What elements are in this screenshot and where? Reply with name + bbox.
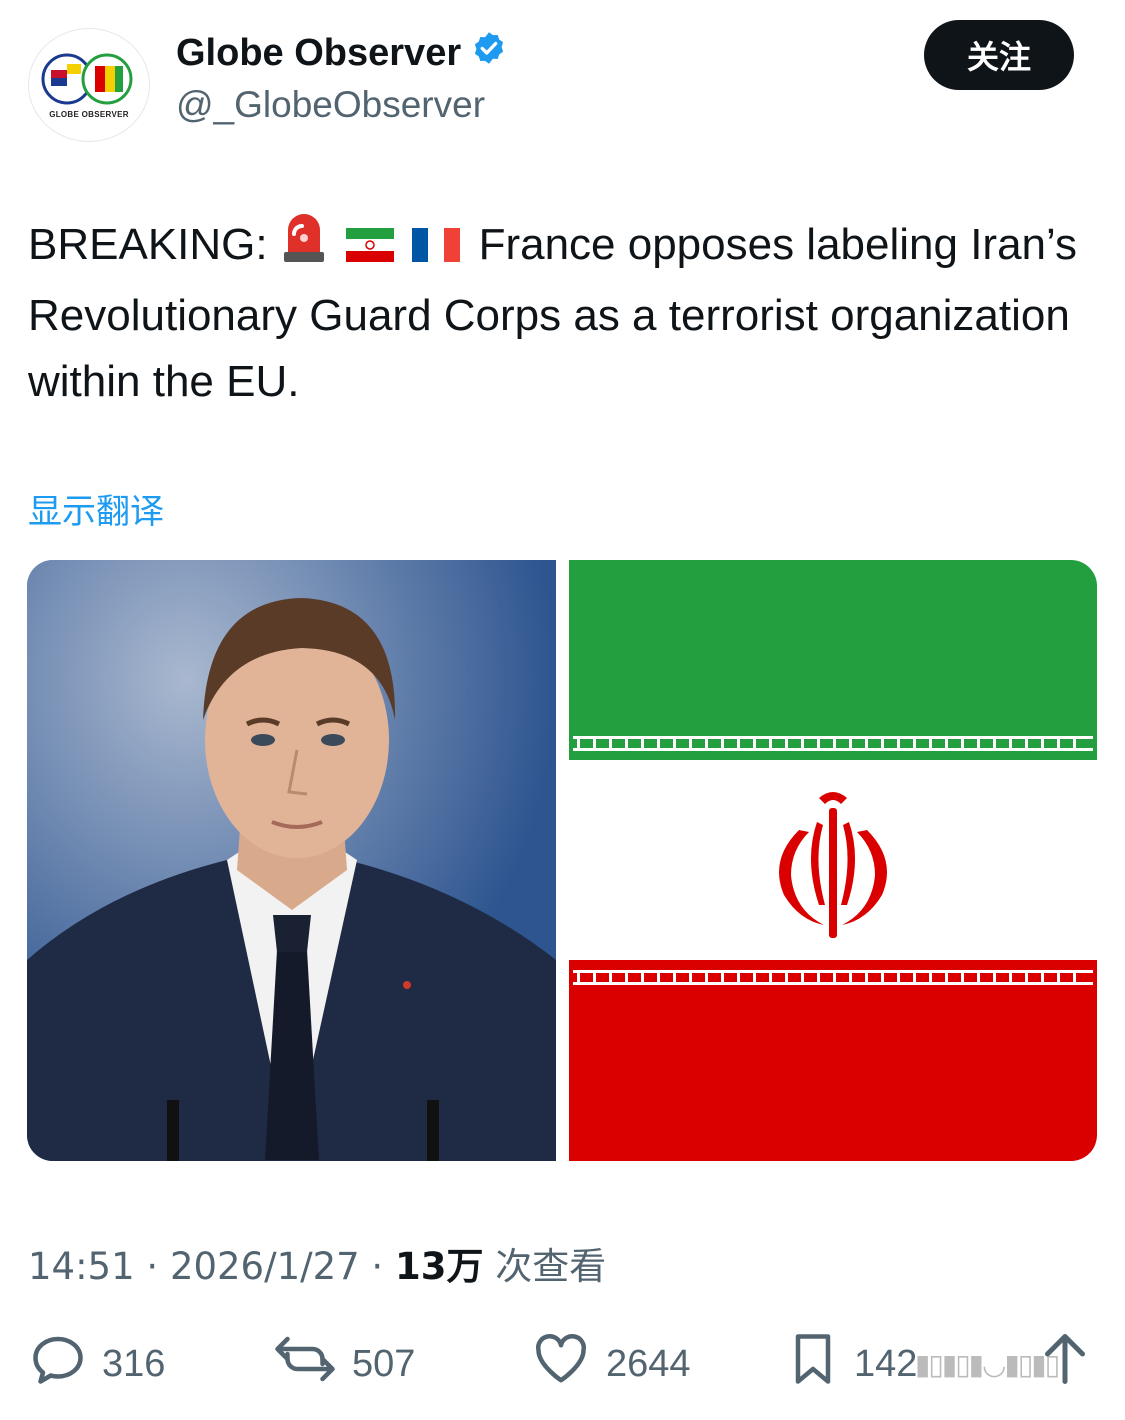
share-icon <box>1040 1329 1090 1399</box>
repost-count: 507 <box>352 1342 416 1385</box>
meta-separator-2: · <box>371 1245 384 1288</box>
watermark: ▮▯▮▯▮◡▮▯▮▯ <box>915 1348 1060 1381</box>
portrait-illustration <box>27 560 556 1161</box>
like-count: 2644 <box>606 1342 691 1385</box>
share-button[interactable] <box>1040 1332 1090 1396</box>
bookmark-button[interactable]: 142 <box>786 1332 917 1396</box>
verified-badge-icon <box>471 30 507 76</box>
meta-separator: · <box>146 1245 159 1288</box>
repost-icon <box>272 1329 338 1399</box>
repost-button[interactable]: 507 <box>272 1332 415 1396</box>
portrait-photo[interactable] <box>27 560 556 1161</box>
tweet-date[interactable]: 2026/1/27 <box>170 1245 360 1288</box>
iran-flag-icon <box>346 215 395 281</box>
globe-observer-logo <box>41 52 137 106</box>
tweet-meta: 14:51 · 2026/1/27 · 13万 次查看 <box>28 1236 606 1290</box>
show-translation-link[interactable]: 显示翻译 <box>28 484 164 533</box>
iran-flag-illustration <box>569 560 1097 1161</box>
reply-icon <box>28 1329 88 1399</box>
account-name[interactable]: Globe Observer <box>176 32 461 75</box>
tweet-text: BREAKING: France opposes labeling Iran’s… <box>28 212 1088 415</box>
reply-count: 316 <box>102 1342 166 1385</box>
bookmark-icon <box>786 1329 840 1399</box>
account-handle[interactable]: @_GlobeObserver <box>176 84 485 126</box>
bookmark-count: 142 <box>854 1342 918 1385</box>
police-light-icon <box>280 212 328 283</box>
like-button[interactable]: 2644 <box>530 1332 691 1396</box>
tweet-time[interactable]: 14:51 <box>28 1245 135 1288</box>
account-name-row[interactable]: Globe Observer <box>176 30 507 76</box>
breaking-label: BREAKING: <box>28 220 268 270</box>
logo-caption: GLOBE OBSERVER <box>49 109 129 119</box>
views-count: 13万 <box>394 1245 484 1288</box>
heart-icon <box>530 1329 592 1399</box>
views-label: 次查看 <box>495 1245 607 1288</box>
reply-button[interactable]: 316 <box>28 1332 165 1396</box>
follow-button[interactable]: 关注 <box>924 20 1074 90</box>
avatar[interactable]: GLOBE OBSERVER <box>28 28 150 142</box>
iran-flag-image[interactable] <box>569 560 1097 1161</box>
france-flag-icon <box>412 215 461 281</box>
